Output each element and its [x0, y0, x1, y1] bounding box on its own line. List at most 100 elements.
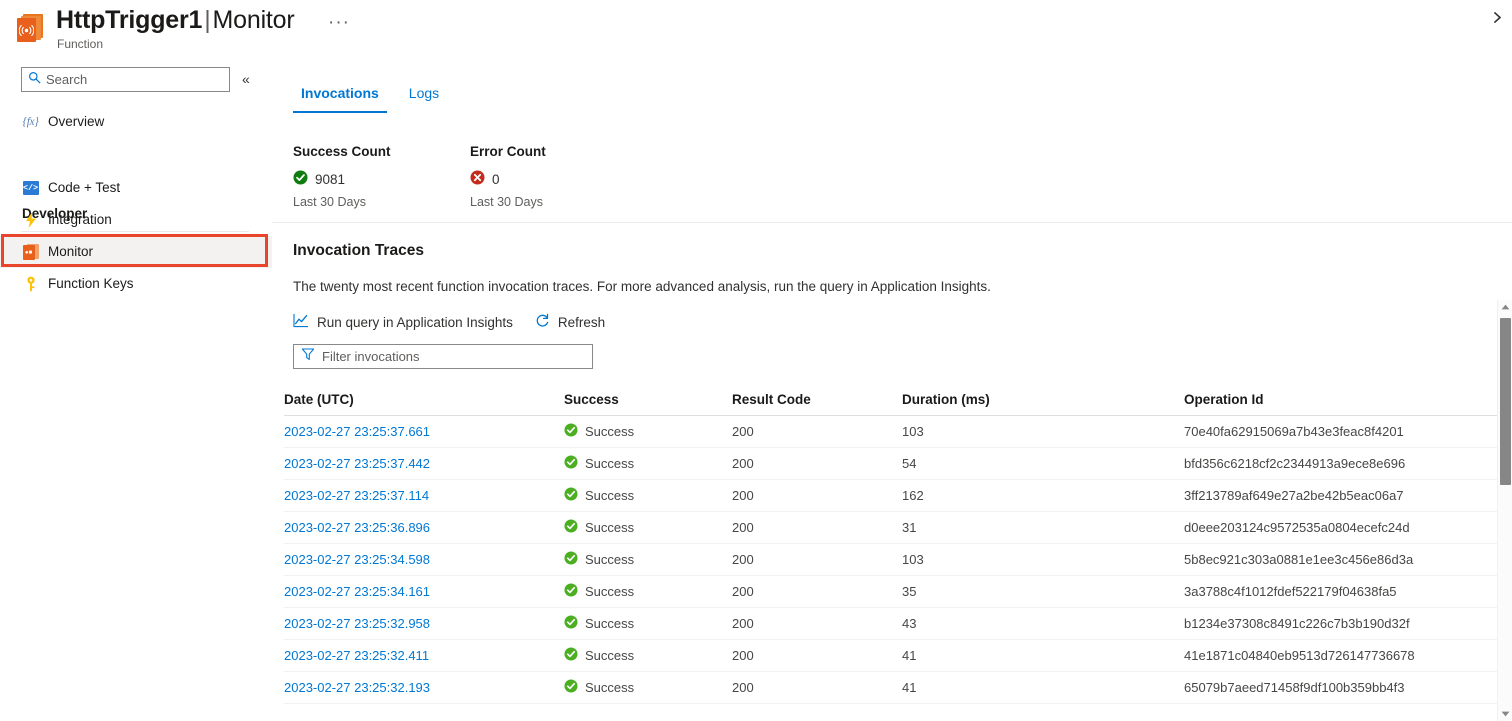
check-circle-icon: [564, 615, 578, 632]
invocation-traces-table: Date (UTC) Success Result Code Duration …: [284, 384, 1500, 704]
operation-id-cell: d0eee203124c9572535a0804ecefc24d: [1184, 520, 1484, 535]
collapse-sidebar-button[interactable]: «: [242, 70, 250, 88]
tab-invocations[interactable]: Invocations: [293, 84, 387, 113]
sidebar-item-label: Integration: [48, 211, 112, 229]
table-row[interactable]: 2023-02-27 23:25:37.661Success20010370e4…: [284, 416, 1500, 448]
vertical-scrollbar[interactable]: [1497, 300, 1512, 721]
table-row[interactable]: 2023-02-27 23:25:34.161Success200353a378…: [284, 576, 1500, 608]
filter-invocations-input[interactable]: Filter invocations: [293, 344, 593, 369]
check-circle-icon: [293, 170, 308, 190]
search-input[interactable]: Search: [21, 67, 230, 92]
invocation-date-link[interactable]: 2023-02-27 23:25:34.598: [284, 552, 430, 567]
page-header: HttpTrigger1|Monitor Function ···: [0, 0, 1512, 58]
content-tabs: Invocations Logs: [293, 84, 461, 122]
invocation-date-link[interactable]: 2023-02-27 23:25:34.161: [284, 584, 430, 599]
metric-value: 9081: [315, 171, 345, 189]
column-header-result-code[interactable]: Result Code: [732, 392, 902, 407]
result-code-cell: 200: [732, 456, 902, 471]
traces-command-bar: Run query in Application Insights Refres…: [293, 310, 627, 336]
invocation-traces-title: Invocation Traces: [293, 240, 424, 261]
metric-value-row: 0: [470, 170, 670, 190]
invocation-date-link[interactable]: 2023-02-27 23:25:36.896: [284, 520, 430, 535]
duration-cell: 162: [902, 488, 1184, 503]
more-options-button[interactable]: ···: [324, 11, 354, 35]
metric-value-row: 9081: [293, 170, 493, 190]
metric-subtitle: Last 30 Days: [293, 194, 493, 211]
table-row[interactable]: 2023-02-27 23:25:36.896Success20031d0eee…: [284, 512, 1500, 544]
function-fx-icon: {fx}: [22, 114, 39, 131]
sidebar-item-function-keys[interactable]: Function Keys: [0, 268, 272, 300]
run-query-button[interactable]: Run query in Application Insights: [293, 313, 513, 333]
table-row[interactable]: 2023-02-27 23:25:32.958Success20043b1234…: [284, 608, 1500, 640]
column-header-operation-id[interactable]: Operation Id: [1184, 392, 1484, 407]
success-status-text: Success: [585, 456, 634, 471]
sidebar-search-row: Search «: [21, 67, 261, 93]
filter-placeholder: Filter invocations: [322, 348, 420, 365]
table-row[interactable]: 2023-02-27 23:25:34.598 Success 2001035b8e…: [284, 544, 1500, 576]
table-header-row: Date (UTC) Success Result Code Duration …: [284, 384, 1500, 416]
operation-id-cell: 41e1871c04840eb9513d726147736678: [1184, 648, 1484, 663]
command-label: Run query in Application Insights: [317, 314, 513, 332]
result-code-cell: 200: [732, 424, 902, 439]
column-header-date[interactable]: Date (UTC): [284, 392, 564, 407]
check-circle-icon: [564, 487, 578, 504]
command-label: Refresh: [558, 314, 605, 332]
sidebar-item-overview[interactable]: {fx} Overview: [0, 106, 272, 138]
check-circle-icon: [564, 679, 578, 696]
function-app-icon: [17, 14, 43, 42]
duration-cell: 41: [902, 680, 1184, 695]
duration-cell: 54: [902, 456, 1184, 471]
sidebar-item-monitor[interactable]: ●■ Monitor: [0, 236, 272, 268]
check-circle-icon: [564, 455, 578, 472]
refresh-button[interactable]: Refresh: [535, 313, 605, 333]
operation-id-cell: 3ff213789af649e27a2be42b5eac06a7: [1184, 488, 1484, 503]
invocation-date-link[interactable]: 2023-02-27 23:25:37.661: [284, 424, 430, 439]
page-name: Monitor: [213, 6, 295, 34]
invocation-date-link[interactable]: 2023-02-27 23:25:32.411: [284, 648, 429, 663]
column-header-success[interactable]: Success: [564, 392, 732, 407]
success-status-text: Success: [585, 488, 634, 503]
table-row[interactable]: 2023-02-27 23:25:37.114Success2001623ff2…: [284, 480, 1500, 512]
main-content: Invocations Logs Success Count 9081 Last…: [272, 58, 1512, 721]
operation-id-cell: 5b8ec921c303a0881e1ee3c456e86d3a: [1184, 552, 1484, 567]
metric-success-count: Success Count 9081 Last 30 Days: [293, 143, 493, 211]
table-row[interactable]: 2023-02-27 23:25:37.442Success20054bfd35…: [284, 448, 1500, 480]
sidebar-item-label: Monitor: [48, 243, 93, 261]
success-status-text: Success: [585, 616, 634, 631]
table-row[interactable]: 2023-02-27 23:25:32.411Success2004141e18…: [284, 640, 1500, 672]
sidebar-item-code-test[interactable]: </> Code + Test: [0, 172, 272, 204]
section-divider: [272, 222, 1512, 223]
sidebar-item-label: Overview: [48, 113, 104, 131]
column-header-duration[interactable]: Duration (ms): [902, 392, 1184, 407]
scroll-up-arrow-icon[interactable]: [1498, 300, 1512, 314]
success-status-text: Success: [585, 584, 634, 599]
metric-subtitle: Last 30 Days: [470, 194, 670, 211]
operation-id-cell: b1234e37308c8491c226c7b3b190d32f: [1184, 616, 1484, 631]
result-code-cell: 200: [732, 552, 902, 567]
duration-cell: 41: [902, 648, 1184, 663]
tab-logs[interactable]: Logs: [401, 84, 447, 113]
invocation-date-link[interactable]: 2023-02-27 23:25:37.114: [284, 488, 429, 503]
lightning-bolt-icon: [22, 212, 39, 229]
operation-id-cell: 3a3788c4f1012fdef522179f04638fa5: [1184, 584, 1484, 599]
result-code-cell: 200: [732, 648, 902, 663]
result-code-cell: 200: [732, 584, 902, 599]
refresh-icon: [535, 313, 550, 333]
success-status-text: Success: [585, 680, 634, 695]
table-row[interactable]: 2023-02-27 23:25:32.193Success2004165079…: [284, 672, 1500, 704]
duration-cell: 31: [902, 520, 1184, 535]
duration-cell: 43: [902, 616, 1184, 631]
check-circle-icon: [564, 583, 578, 600]
success-status-text: Success: [585, 552, 634, 567]
azure-portal-function-monitor-page: HttpTrigger1|Monitor Function ··· Search: [0, 0, 1512, 721]
sidebar-item-integration[interactable]: Integration: [0, 204, 272, 236]
invocation-date-link[interactable]: 2023-02-27 23:25:32.193: [284, 680, 430, 695]
metric-error-count: Error Count 0 Last 30 Days: [470, 143, 670, 211]
chevron-right-icon[interactable]: [1486, 6, 1508, 28]
duration-cell: 103: [902, 552, 1184, 567]
invocation-date-link[interactable]: 2023-02-27 23:25:37.442: [284, 456, 430, 471]
check-circle-icon: [564, 551, 578, 568]
scroll-down-arrow-icon[interactable]: [1498, 707, 1512, 721]
scrollbar-thumb[interactable]: [1500, 318, 1511, 485]
invocation-date-link[interactable]: 2023-02-27 23:25:32.958: [284, 616, 430, 631]
